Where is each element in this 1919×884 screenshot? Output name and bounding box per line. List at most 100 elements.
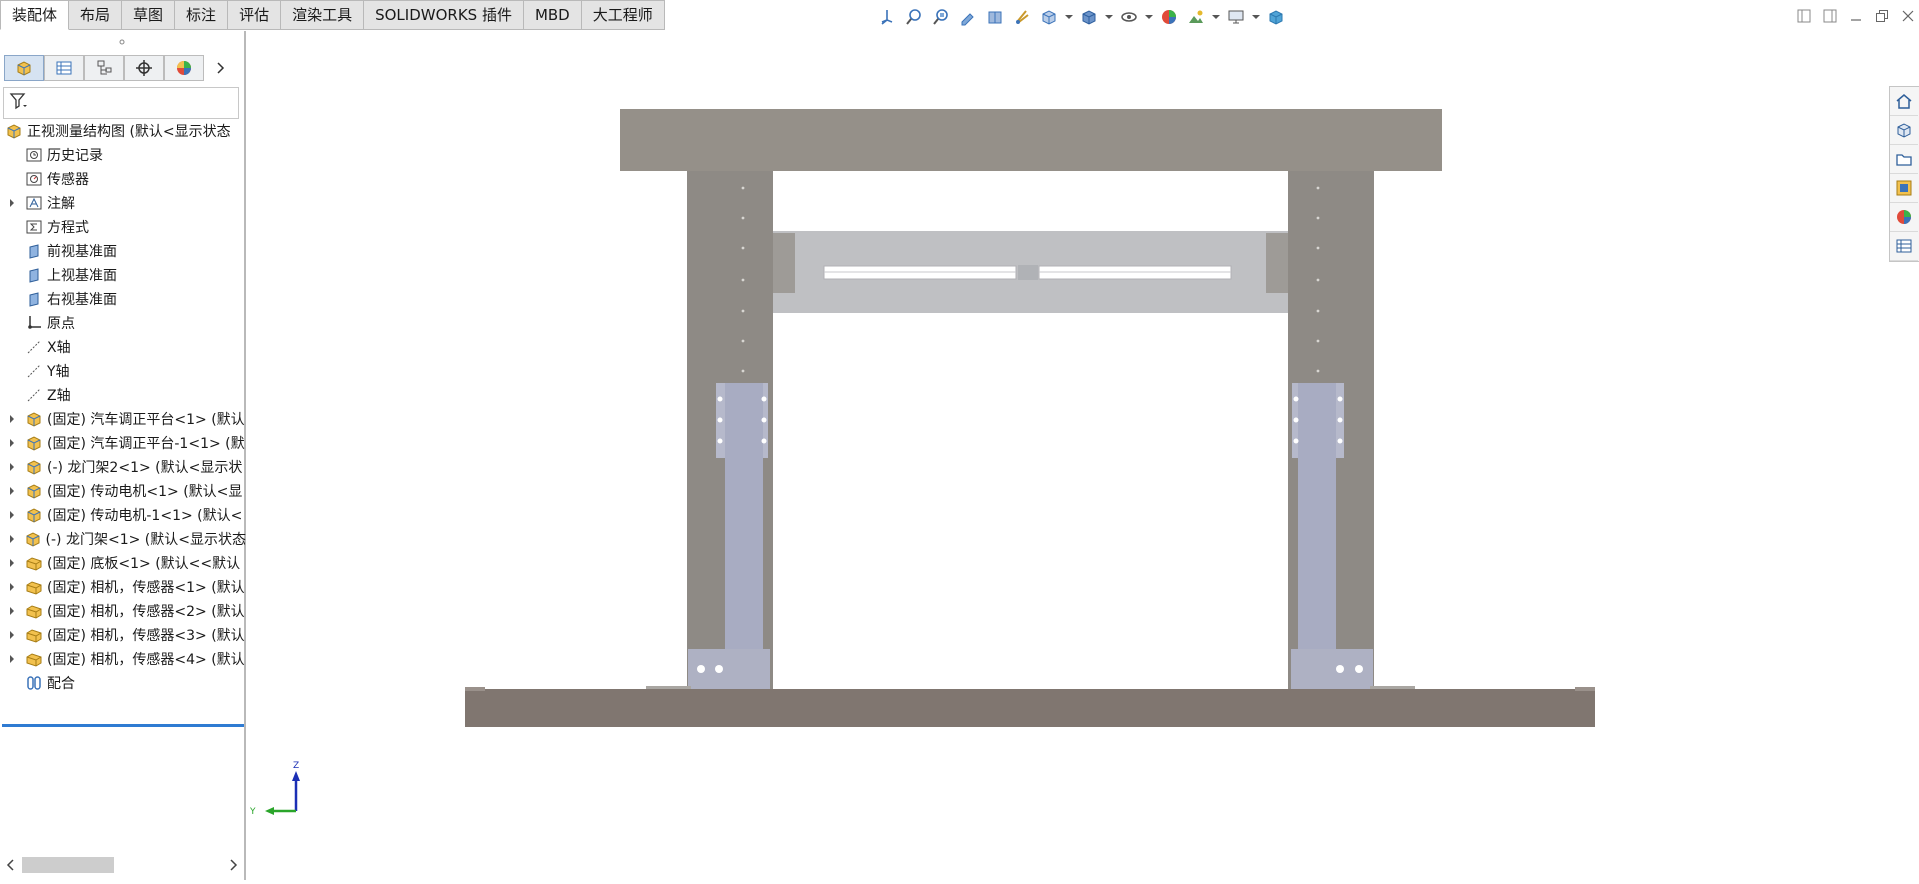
tree-item-label: (-) 龙门架2<1> (默认<显示状: [47, 460, 243, 476]
tree-item[interactable]: (固定) 传动电机-1<1> (默认<: [0, 503, 246, 527]
heads-up-view-toolbar: [875, 4, 1288, 30]
tree-item[interactable]: 方程式: [0, 215, 246, 239]
rollback-bar[interactable]: [2, 724, 244, 727]
tree-item-label: (-) 龙门架<1> (默认<显示状态: [45, 532, 246, 548]
expand-arrow-icon[interactable]: [6, 503, 18, 527]
chevron-down-icon[interactable]: [1144, 5, 1154, 29]
tab-2[interactable]: 草图: [122, 0, 176, 30]
expand-arrow-icon[interactable]: [6, 455, 18, 479]
tree-item[interactable]: (-) 龙门架<1> (默认<显示状态: [0, 527, 246, 551]
expand-arrow-icon[interactable]: [6, 599, 18, 623]
file-explorer-icon[interactable]: [1890, 145, 1918, 174]
feature-manager-tab[interactable]: [4, 55, 44, 81]
tree-item[interactable]: (固定) 相机，传感器<1> (默认: [0, 575, 246, 599]
scroll-right-icon[interactable]: [224, 855, 244, 875]
restore-icon[interactable]: [1871, 4, 1893, 28]
display-style-icon[interactable]: [1077, 5, 1101, 29]
tree-item[interactable]: (固定) 传动电机<1> (默认<显: [0, 479, 246, 503]
expand-arrow-icon[interactable]: [6, 407, 18, 431]
design-library-icon[interactable]: [1890, 116, 1918, 145]
expand-arrow-icon[interactable]: [6, 431, 18, 455]
display-manager-tab[interactable]: [164, 55, 204, 81]
tree-item[interactable]: Z轴: [0, 383, 246, 407]
previous-view-icon[interactable]: [956, 5, 980, 29]
custom-properties-icon[interactable]: [1890, 232, 1918, 261]
tree-item[interactable]: 右视基准面: [0, 287, 246, 311]
tab-1[interactable]: 布局: [69, 0, 123, 30]
scroll-track[interactable]: [20, 857, 224, 873]
tree-item[interactable]: (固定) 汽车调正平台-1<1> (默: [0, 431, 246, 455]
tree-root-assembly[interactable]: 正视测量结构图 (默认<显示状态: [0, 119, 246, 143]
view-orientation-box-icon[interactable]: [1037, 5, 1061, 29]
edit-appearance-icon[interactable]: [1157, 5, 1181, 29]
tree-item[interactable]: (-) 龙门架2<1> (默认<显示状: [0, 455, 246, 479]
section-view-icon[interactable]: [983, 5, 1007, 29]
tab-5[interactable]: 渲染工具: [281, 0, 365, 30]
expand-arrow-icon[interactable]: [6, 479, 18, 503]
apply-scene-icon[interactable]: [1184, 5, 1208, 29]
tree-item-label: (固定) 传动电机-1<1> (默认<: [47, 508, 243, 524]
chevron-down-icon[interactable]: [1064, 5, 1074, 29]
tree-item[interactable]: (固定) 汽车调正平台<1> (默认: [0, 407, 246, 431]
tree-item[interactable]: (固定) 相机，传感器<2> (默认: [0, 599, 246, 623]
zoom-to-fit-icon[interactable]: [902, 5, 926, 29]
minimize-icon[interactable]: [1845, 4, 1867, 28]
tree-item[interactable]: 注解: [0, 191, 246, 215]
tree-item-label: (固定) 汽车调正平台<1> (默认: [47, 412, 245, 428]
tree-item[interactable]: 历史记录: [0, 143, 246, 167]
tree-item[interactable]: 原点: [0, 311, 246, 335]
scroll-thumb[interactable]: [22, 857, 114, 873]
chevron-down-icon[interactable]: [1104, 5, 1114, 29]
graphics-viewport[interactable]: Z Y: [248, 31, 1885, 880]
expand-arrow-icon[interactable]: [6, 647, 18, 671]
dimxpert-manager-tab[interactable]: [124, 55, 164, 81]
tree-item[interactable]: (固定) 相机，传感器<3> (默认: [0, 623, 246, 647]
command-manager-tabs: 装配体 布局 草图 标注 评估 渲染工具 SOLIDWORKS 插件 MBD 大工程师: [0, 0, 665, 30]
tab-6[interactable]: SOLIDWORKS 插件: [364, 0, 524, 30]
expand-arrow-icon[interactable]: [6, 527, 17, 551]
view-orientation-icon[interactable]: [875, 5, 899, 29]
tree-item[interactable]: (固定) 底板<1> (默认<<默认: [0, 551, 246, 575]
tab-8[interactable]: 大工程师: [581, 0, 665, 30]
zoom-to-area-icon[interactable]: [929, 5, 953, 29]
tree-item-label: (固定) 相机，传感器<4> (默认: [47, 652, 245, 668]
chevron-down-icon[interactable]: [1211, 5, 1221, 29]
tree-filter[interactable]: [3, 87, 239, 119]
tab-3[interactable]: 标注: [175, 0, 229, 30]
view-palette-icon[interactable]: [1890, 174, 1918, 203]
tree-item[interactable]: X轴: [0, 335, 246, 359]
tree-item[interactable]: Y轴: [0, 359, 246, 383]
dynamic-annotation-icon[interactable]: [1010, 5, 1034, 29]
expand-arrow-icon[interactable]: [6, 191, 18, 215]
expand-arrow-icon[interactable]: [6, 623, 18, 647]
tree-item-mates[interactable]: 配合: [0, 671, 246, 695]
tab-4[interactable]: 评估: [228, 0, 282, 30]
panel-right-icon[interactable]: [1819, 4, 1841, 28]
tree-item[interactable]: 传感器: [0, 167, 246, 191]
3d-view-icon[interactable]: [1264, 5, 1288, 29]
expand-arrow-icon[interactable]: [6, 551, 18, 575]
tree-item[interactable]: 上视基准面: [0, 263, 246, 287]
home-icon[interactable]: [1890, 87, 1918, 116]
base-plate: [465, 689, 1595, 727]
chevron-right-icon[interactable]: [206, 55, 236, 81]
configuration-manager-tab[interactable]: [84, 55, 124, 81]
horizontal-scrollbar[interactable]: [0, 855, 244, 875]
hide-show-items-icon[interactable]: [1117, 5, 1141, 29]
tree-item-label: (固定) 相机，传感器<2> (默认: [47, 604, 245, 620]
expand-arrow-icon[interactable]: [6, 575, 18, 599]
chevron-down-icon[interactable]: [1251, 5, 1261, 29]
close-icon[interactable]: [1897, 4, 1919, 28]
tree-item[interactable]: 前视基准面: [0, 239, 246, 263]
tree-item[interactable]: (固定) 相机，传感器<4> (默认: [0, 647, 246, 671]
view-settings-icon[interactable]: [1224, 5, 1248, 29]
tab-0[interactable]: 装配体: [0, 0, 70, 30]
triad-z-label: Z: [293, 761, 299, 771]
appearances-icon[interactable]: [1890, 203, 1918, 232]
panel-left-icon[interactable]: [1793, 4, 1815, 28]
property-manager-tab[interactable]: [44, 55, 84, 81]
tab-7[interactable]: MBD: [523, 0, 582, 30]
panel-grip-icon[interactable]: [0, 31, 244, 53]
scroll-left-icon[interactable]: [0, 855, 20, 875]
model-view: Z Y: [249, 109, 1595, 817]
